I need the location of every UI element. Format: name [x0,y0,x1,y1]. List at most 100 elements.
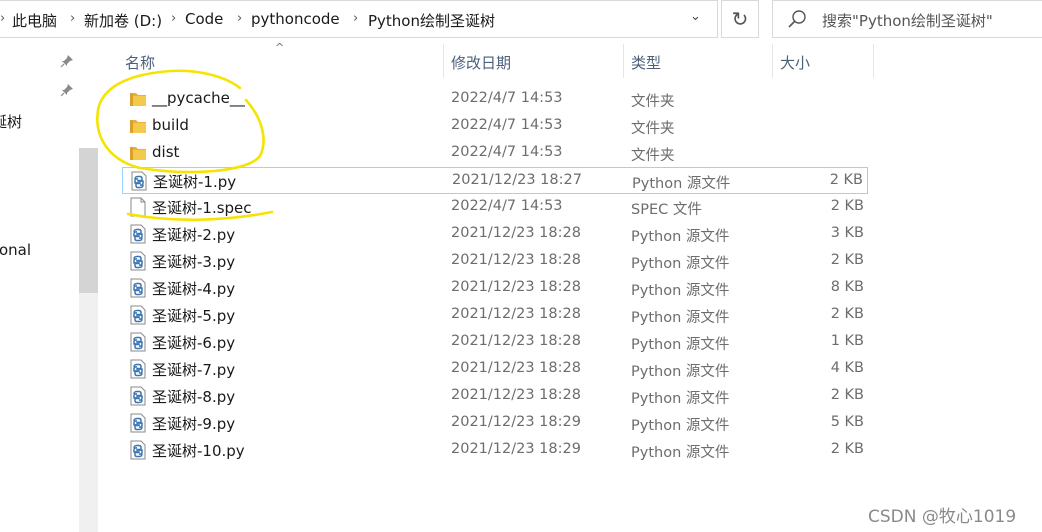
column-header-name[interactable]: 名称 [122,44,443,78]
file-row[interactable]: 圣诞树-6.py 2021/12/23 18:28 Python 源文件 1 KB [122,329,868,356]
refresh-icon: ↻ [731,7,749,31]
file-modified-date: 2021/12/23 18:29 [451,441,581,457]
file-row[interactable]: 圣诞树-9.py 2021/12/23 18:29 Python 源文件 5 KB [122,410,868,437]
breadcrumb-code[interactable]: Code [185,10,223,28]
python-file-icon [129,413,147,433]
blank-file-icon [129,197,147,217]
breadcrumb-separator[interactable]: › [353,11,358,26]
python-file-icon [129,251,147,271]
file-type: Python 源文件 [631,283,730,299]
file-name: build [152,116,189,134]
file-type: Python 源文件 [631,337,730,353]
file-row[interactable]: 圣诞树-4.py 2021/12/23 18:28 Python 源文件 8 KB [122,275,868,302]
python-file-icon [130,171,148,191]
file-size: 2 KB [829,172,863,188]
column-divider[interactable] [873,44,874,78]
file-modified-date: 2021/12/23 18:28 [451,252,581,268]
file-size: 2 KB [830,306,864,322]
breadcrumb-separator: › [0,11,6,26]
column-header-type[interactable]: 类型 [624,44,772,78]
file-name: 圣诞树-2.py [152,226,236,244]
breadcrumb-drive-d[interactable]: 新加卷 (D:) [84,10,162,31]
file-size: 4 KB [830,360,864,376]
file-row[interactable]: 圣诞树-8.py 2021/12/23 18:28 Python 源文件 2 KB [122,383,868,410]
file-modified-date: 2021/12/23 18:28 [451,387,581,403]
file-type: 文件夹 [631,94,675,110]
pin-icon[interactable] [60,83,74,97]
file-row[interactable]: __pycache__ 2022/4/7 14:53 文件夹 [122,86,868,113]
file-row[interactable]: 圣诞树-10.py 2021/12/23 18:29 Python 源文件 2 KB [122,437,868,464]
python-file-icon [129,278,147,298]
breadcrumb-pythoncode[interactable]: pythoncode [251,10,340,28]
file-name: 圣诞树-1.py [153,173,237,191]
breadcrumb-separator[interactable]: › [237,11,242,26]
file-modified-date: 2022/4/7 14:53 [451,198,563,214]
breadcrumb-this-pc[interactable]: 此电脑 [12,10,57,31]
search-icon [788,10,806,28]
file-name: 圣诞树-5.py [152,307,236,325]
file-row[interactable]: 圣诞树-1.spec 2022/4/7 14:53 SPEC 文件 2 KB [122,194,868,221]
file-size: 2 KB [830,198,864,214]
file-modified-date: 2022/4/7 14:53 [451,144,563,160]
search-input[interactable]: 搜索"Python绘制圣诞树" [772,0,1042,38]
folder-icon [129,116,147,136]
nav-scrollbar-thumb[interactable] [79,148,98,293]
file-row[interactable]: build 2022/4/7 14:53 文件夹 [122,113,868,140]
file-modified-date: 2021/12/23 18:29 [451,414,581,430]
file-type: Python 源文件 [632,176,731,192]
file-modified-date: 2022/4/7 14:53 [451,90,563,106]
file-type: Python 源文件 [631,256,730,272]
folder-icon [129,89,147,109]
file-name: 圣诞树-4.py [152,280,236,298]
file-row[interactable]: 圣诞树-3.py 2021/12/23 18:28 Python 源文件 2 KB [122,248,868,275]
file-size: 2 KB [830,441,864,457]
breadcrumb-separator[interactable]: › [70,11,75,26]
file-type: Python 源文件 [631,364,730,380]
file-name: 圣诞树-3.py [152,253,236,271]
column-header-size[interactable]: 大小 [773,44,873,78]
address-dropdown-icon[interactable]: ⌄ [690,9,701,24]
file-type: 文件夹 [631,121,675,137]
file-name: 圣诞树-6.py [152,334,236,352]
file-row[interactable]: 圣诞树-2.py 2021/12/23 18:28 Python 源文件 3 KB [122,221,868,248]
python-file-icon [129,224,147,244]
refresh-button[interactable]: ↻ [721,0,759,38]
navigation-pane[interactable]: 诞树 onal [0,38,98,532]
file-modified-date: 2021/12/23 18:28 [451,333,581,349]
file-modified-date: 2021/12/23 18:28 [451,306,581,322]
file-row[interactable]: 圣诞树-5.py 2021/12/23 18:28 Python 源文件 2 KB [122,302,868,329]
address-bar[interactable]: › 此电脑 › 新加卷 (D:) › Code › pythoncode › P… [0,0,718,38]
file-modified-date: 2021/12/23 18:28 [451,279,581,295]
nav-item-folder[interactable]: 诞树 [0,111,22,132]
file-size: 5 KB [830,414,864,430]
file-row[interactable]: dist 2022/4/7 14:53 文件夹 [122,140,868,167]
nav-item-folder[interactable]: onal [0,241,31,259]
file-name: 圣诞树-9.py [152,415,236,433]
python-file-icon [129,359,147,379]
file-type: Python 源文件 [631,310,730,326]
python-file-icon [129,440,147,460]
file-type: Python 源文件 [631,445,730,461]
nav-scrollbar[interactable] [79,148,98,532]
breadcrumb-current-folder[interactable]: Python绘制圣诞树 [368,10,495,31]
pin-icon[interactable] [60,54,74,68]
file-type: Python 源文件 [631,418,730,434]
file-name: 圣诞树-8.py [152,388,236,406]
breadcrumb-separator[interactable]: › [171,11,176,26]
search-placeholder: 搜索"Python绘制圣诞树" [822,12,993,30]
file-name: 圣诞树-10.py [152,442,245,460]
file-size: 3 KB [830,225,864,241]
file-size: 8 KB [830,279,864,295]
folder-icon [129,143,147,163]
file-type: Python 源文件 [631,229,730,245]
python-file-icon [129,305,147,325]
file-type: 文件夹 [631,148,675,164]
column-header-date[interactable]: 修改日期 [444,44,623,78]
file-modified-date: 2022/4/7 14:53 [451,117,563,133]
file-modified-date: 2021/12/23 18:28 [451,360,581,376]
file-modified-date: 2021/12/23 18:27 [452,172,582,188]
file-size: 2 KB [830,387,864,403]
file-row[interactable]: 圣诞树-1.py 2021/12/23 18:27 Python 源文件 2 KB [122,167,868,194]
file-row[interactable]: 圣诞树-7.py 2021/12/23 18:28 Python 源文件 4 KB [122,356,868,383]
watermark: CSDN @牧心1019 [868,507,1017,527]
